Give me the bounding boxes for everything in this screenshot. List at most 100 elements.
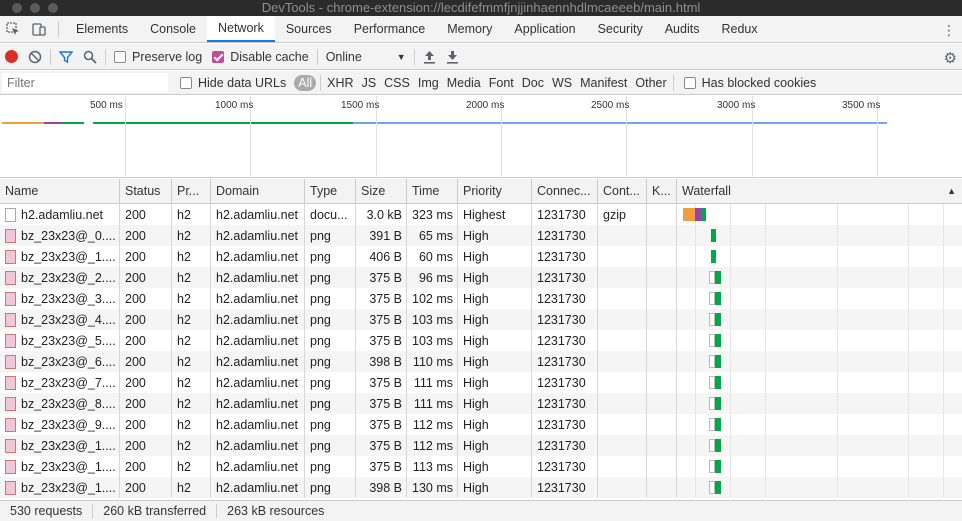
minimize-window-button[interactable] [30,3,40,13]
cell-type: png [305,246,356,267]
cell-value: h2 [177,291,191,306]
table-row[interactable]: bz_23x23@_0.... 200 h2 h2.adamliu.net png 391… [0,225,962,246]
cell-time: 112 ms [407,414,458,435]
table-row[interactable]: bz_23x23@_8.... 200 h2 h2.adamliu.net png 375… [0,393,962,414]
preserve-log-checkbox[interactable]: Preserve log [109,44,207,70]
waterfall-gridline [908,456,909,477]
request-name[interactable]: bz_23x23@_8.... [21,397,116,411]
device-toolbar-icon[interactable] [26,16,52,42]
column-header-waterfall[interactable]: Waterfall ▲ [677,179,962,203]
clear-button[interactable] [23,44,47,70]
type-filter-css[interactable]: CSS [380,76,414,90]
hide-data-urls-checkbox[interactable]: Hide data URLs [176,76,290,90]
type-filter-xhr[interactable]: XHR [323,76,357,90]
hide-data-urls-box[interactable] [180,76,192,89]
request-name[interactable]: bz_23x23@_9.... [21,418,116,432]
type-filter-manifest[interactable]: Manifest [576,76,631,90]
waterfall-gridline [730,246,731,267]
resource-type-filters: All XHR JS CSS Img Media Font Doc WS Manifest Othe… [290,74,670,91]
request-name[interactable]: h2.adamliu.net [21,208,103,222]
column-header-type[interactable]: Type [305,179,356,203]
cell-value: png [310,270,331,285]
request-name[interactable]: bz_23x23@_1.... [21,481,116,495]
settings-gear-icon[interactable]: ⚙ [944,49,957,67]
tab-sources[interactable]: Sources [275,16,343,42]
search-button[interactable] [78,44,102,70]
import-har-button[interactable] [418,44,441,70]
disable-cache-label: Disable cache [230,49,309,64]
tab-security[interactable]: Security [587,16,654,42]
column-header-size[interactable]: Size [356,179,407,203]
record-button[interactable] [0,44,23,70]
type-filter-other[interactable]: Other [631,76,670,90]
column-header-connection[interactable]: Connec... [532,179,598,203]
table-row[interactable]: bz_23x23@_2.... 200 h2 h2.adamliu.net png 375… [0,267,962,288]
more-options-icon[interactable]: ⋮ [942,22,956,39]
request-name[interactable]: bz_23x23@_2.... [21,271,116,285]
filter-input[interactable] [2,72,168,93]
tab-elements[interactable]: Elements [65,16,139,42]
request-name[interactable]: bz_23x23@_6.... [21,355,116,369]
preserve-log-box[interactable] [114,50,126,63]
cell-content-encoding [598,414,647,435]
type-filter-media[interactable]: Media [443,76,485,90]
table-row[interactable]: bz_23x23@_6.... 200 h2 h2.adamliu.net png 398… [0,351,962,372]
inspect-element-icon[interactable] [0,16,26,42]
request-name[interactable]: bz_23x23@_0.... [21,229,116,243]
cell-content-encoding [598,225,647,246]
tab-redux[interactable]: Redux [710,16,768,42]
disable-cache-checkbox[interactable]: Disable cache [207,44,314,70]
request-name[interactable]: bz_23x23@_7.... [21,376,116,390]
table-row[interactable]: bz_23x23@_9.... 200 h2 h2.adamliu.net png 375… [0,414,962,435]
table-row[interactable]: bz_23x23@_7.... 200 h2 h2.adamliu.net png 375… [0,372,962,393]
network-overview[interactable]: 500 ms 1000 ms 1500 ms 2000 ms 2500 ms 3000 m… [0,96,962,178]
blocked-cookies-box[interactable] [683,76,696,89]
table-row[interactable]: bz_23x23@_1.... 200 h2 h2.adamliu.net png 375… [0,456,962,477]
table-row[interactable]: bz_23x23@_1.... 200 h2 h2.adamliu.net png 375… [0,435,962,456]
sort-ascending-icon[interactable]: ▲ [947,186,956,196]
request-name[interactable]: bz_23x23@_1.... [21,439,116,453]
column-header-content-encoding[interactable]: Cont... [598,179,647,203]
tab-audits[interactable]: Audits [654,16,711,42]
request-name[interactable]: bz_23x23@_1.... [21,460,116,474]
request-name[interactable]: bz_23x23@_3.... [21,292,116,306]
table-row[interactable]: bz_23x23@_1.... 200 h2 h2.adamliu.net png 398… [0,477,962,498]
tab-application[interactable]: Application [503,16,586,42]
cell-value: High [463,354,489,369]
tab-network[interactable]: Network [206,16,275,42]
export-har-button[interactable] [441,44,464,70]
type-filter-ws[interactable]: WS [548,76,576,90]
request-name[interactable]: bz_23x23@_5.... [21,334,116,348]
table-row[interactable]: bz_23x23@_4.... 200 h2 h2.adamliu.net png 375… [0,309,962,330]
disable-cache-box[interactable] [212,50,225,63]
waterfall-bar [711,229,716,242]
table-row[interactable]: bz_23x23@_5.... 200 h2 h2.adamliu.net png 375… [0,330,962,351]
request-name[interactable]: bz_23x23@_4.... [21,313,116,327]
type-filter-all[interactable]: All [294,74,317,91]
upload-icon [423,50,435,64]
type-filter-font[interactable]: Font [485,76,518,90]
blocked-cookies-checkbox[interactable]: Has blocked cookies [680,76,821,90]
filter-toggle-button[interactable] [54,44,78,70]
type-filter-js[interactable]: JS [358,76,381,90]
tab-performance[interactable]: Performance [343,16,437,42]
table-row[interactable]: h2.adamliu.net 200 h2 h2.adamliu.net docu...… [0,204,962,225]
type-filter-img[interactable]: Img [414,76,443,90]
column-header-kind[interactable]: K... [647,179,677,203]
waterfall-gridline [695,456,696,477]
close-window-button[interactable] [12,3,22,13]
type-filter-doc[interactable]: Doc [518,76,548,90]
column-header-protocol[interactable]: Pr... [172,179,211,203]
table-row[interactable]: bz_23x23@_1.... 200 h2 h2.adamliu.net png 406… [0,246,962,267]
tab-console[interactable]: Console [139,16,207,42]
column-header-name[interactable]: Name [0,179,120,203]
table-row[interactable]: bz_23x23@_3.... 200 h2 h2.adamliu.net png 375… [0,288,962,309]
column-header-time[interactable]: Time [407,179,458,203]
tab-memory[interactable]: Memory [436,16,503,42]
throttling-select[interactable]: Online ▼ [321,44,411,70]
maximize-window-button[interactable] [48,3,58,13]
request-name[interactable]: bz_23x23@_1.... [21,250,116,264]
column-header-domain[interactable]: Domain [211,179,305,203]
column-header-priority[interactable]: Priority [458,179,532,203]
column-header-status[interactable]: Status [120,179,172,203]
